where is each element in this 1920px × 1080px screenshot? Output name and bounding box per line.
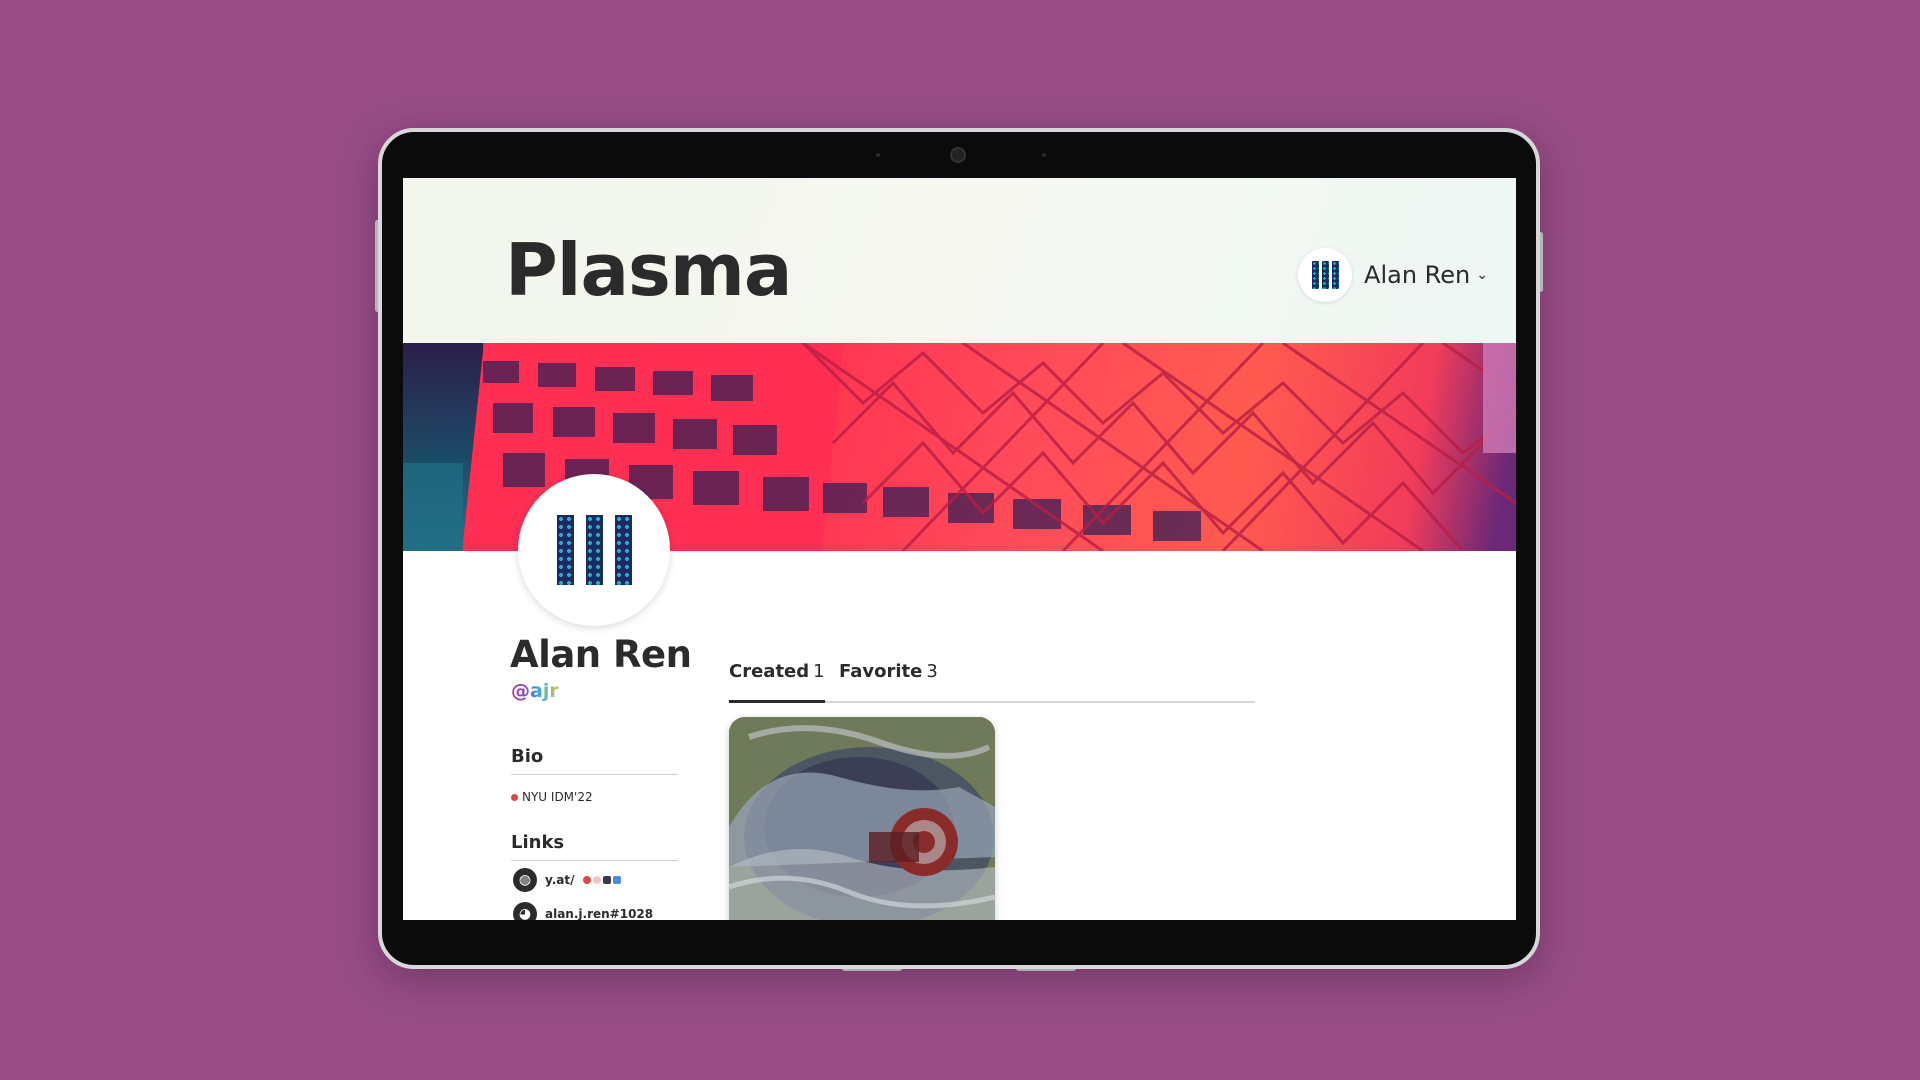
bio-text: NYU IDM'22 <box>522 790 593 804</box>
user-menu-name: Alan Ren <box>1364 261 1471 289</box>
chevron-down-icon: ⌄ <box>1476 267 1488 283</box>
app-screen: Plasma Alan Ren ⌄ Alan Ren @ajr Bio NYU … <box>403 178 1516 920</box>
user-menu-button[interactable]: Alan Ren ⌄ <box>1298 248 1488 302</box>
bio-text-row: NYU IDM'22 <box>511 790 593 804</box>
discord-icon: ◕ <box>513 902 537 920</box>
link-discord[interactable]: ◕ alan.j.ren#1028 <box>513 902 653 920</box>
app-logo[interactable]: Plasma <box>505 228 792 312</box>
link-website[interactable]: ◍ y.at/ <box>513 868 621 892</box>
profile-name: Alan Ren <box>510 633 692 676</box>
artwork-card[interactable] <box>729 717 995 920</box>
tablet-sensor <box>1042 153 1046 157</box>
top-header: Plasma Alan Ren ⌄ <box>403 178 1516 343</box>
profile-avatar <box>518 474 670 626</box>
bio-heading: Bio <box>511 746 544 767</box>
globe-icon: ◍ <box>513 868 537 892</box>
profile-handle: @ajr <box>511 680 559 702</box>
user-avatar <box>1298 248 1353 302</box>
link-discord-text: alan.j.ren#1028 <box>545 907 654 920</box>
emoji-tail <box>582 876 621 884</box>
tab-favorite[interactable]: Favorite 3 <box>839 661 938 701</box>
tab-created[interactable]: Created 1 <box>729 661 825 703</box>
bio-divider <box>511 774 678 775</box>
tablet-sensor <box>876 153 880 157</box>
links-heading: Links <box>511 832 565 853</box>
pin-icon <box>511 793 518 801</box>
artwork-thumbnail <box>729 717 995 920</box>
profile-tabs: Created 1 Favorite 3 <box>729 661 1255 703</box>
links-divider <box>511 860 678 861</box>
link-website-text: y.at/ <box>545 873 575 887</box>
tablet-camera <box>950 147 966 163</box>
